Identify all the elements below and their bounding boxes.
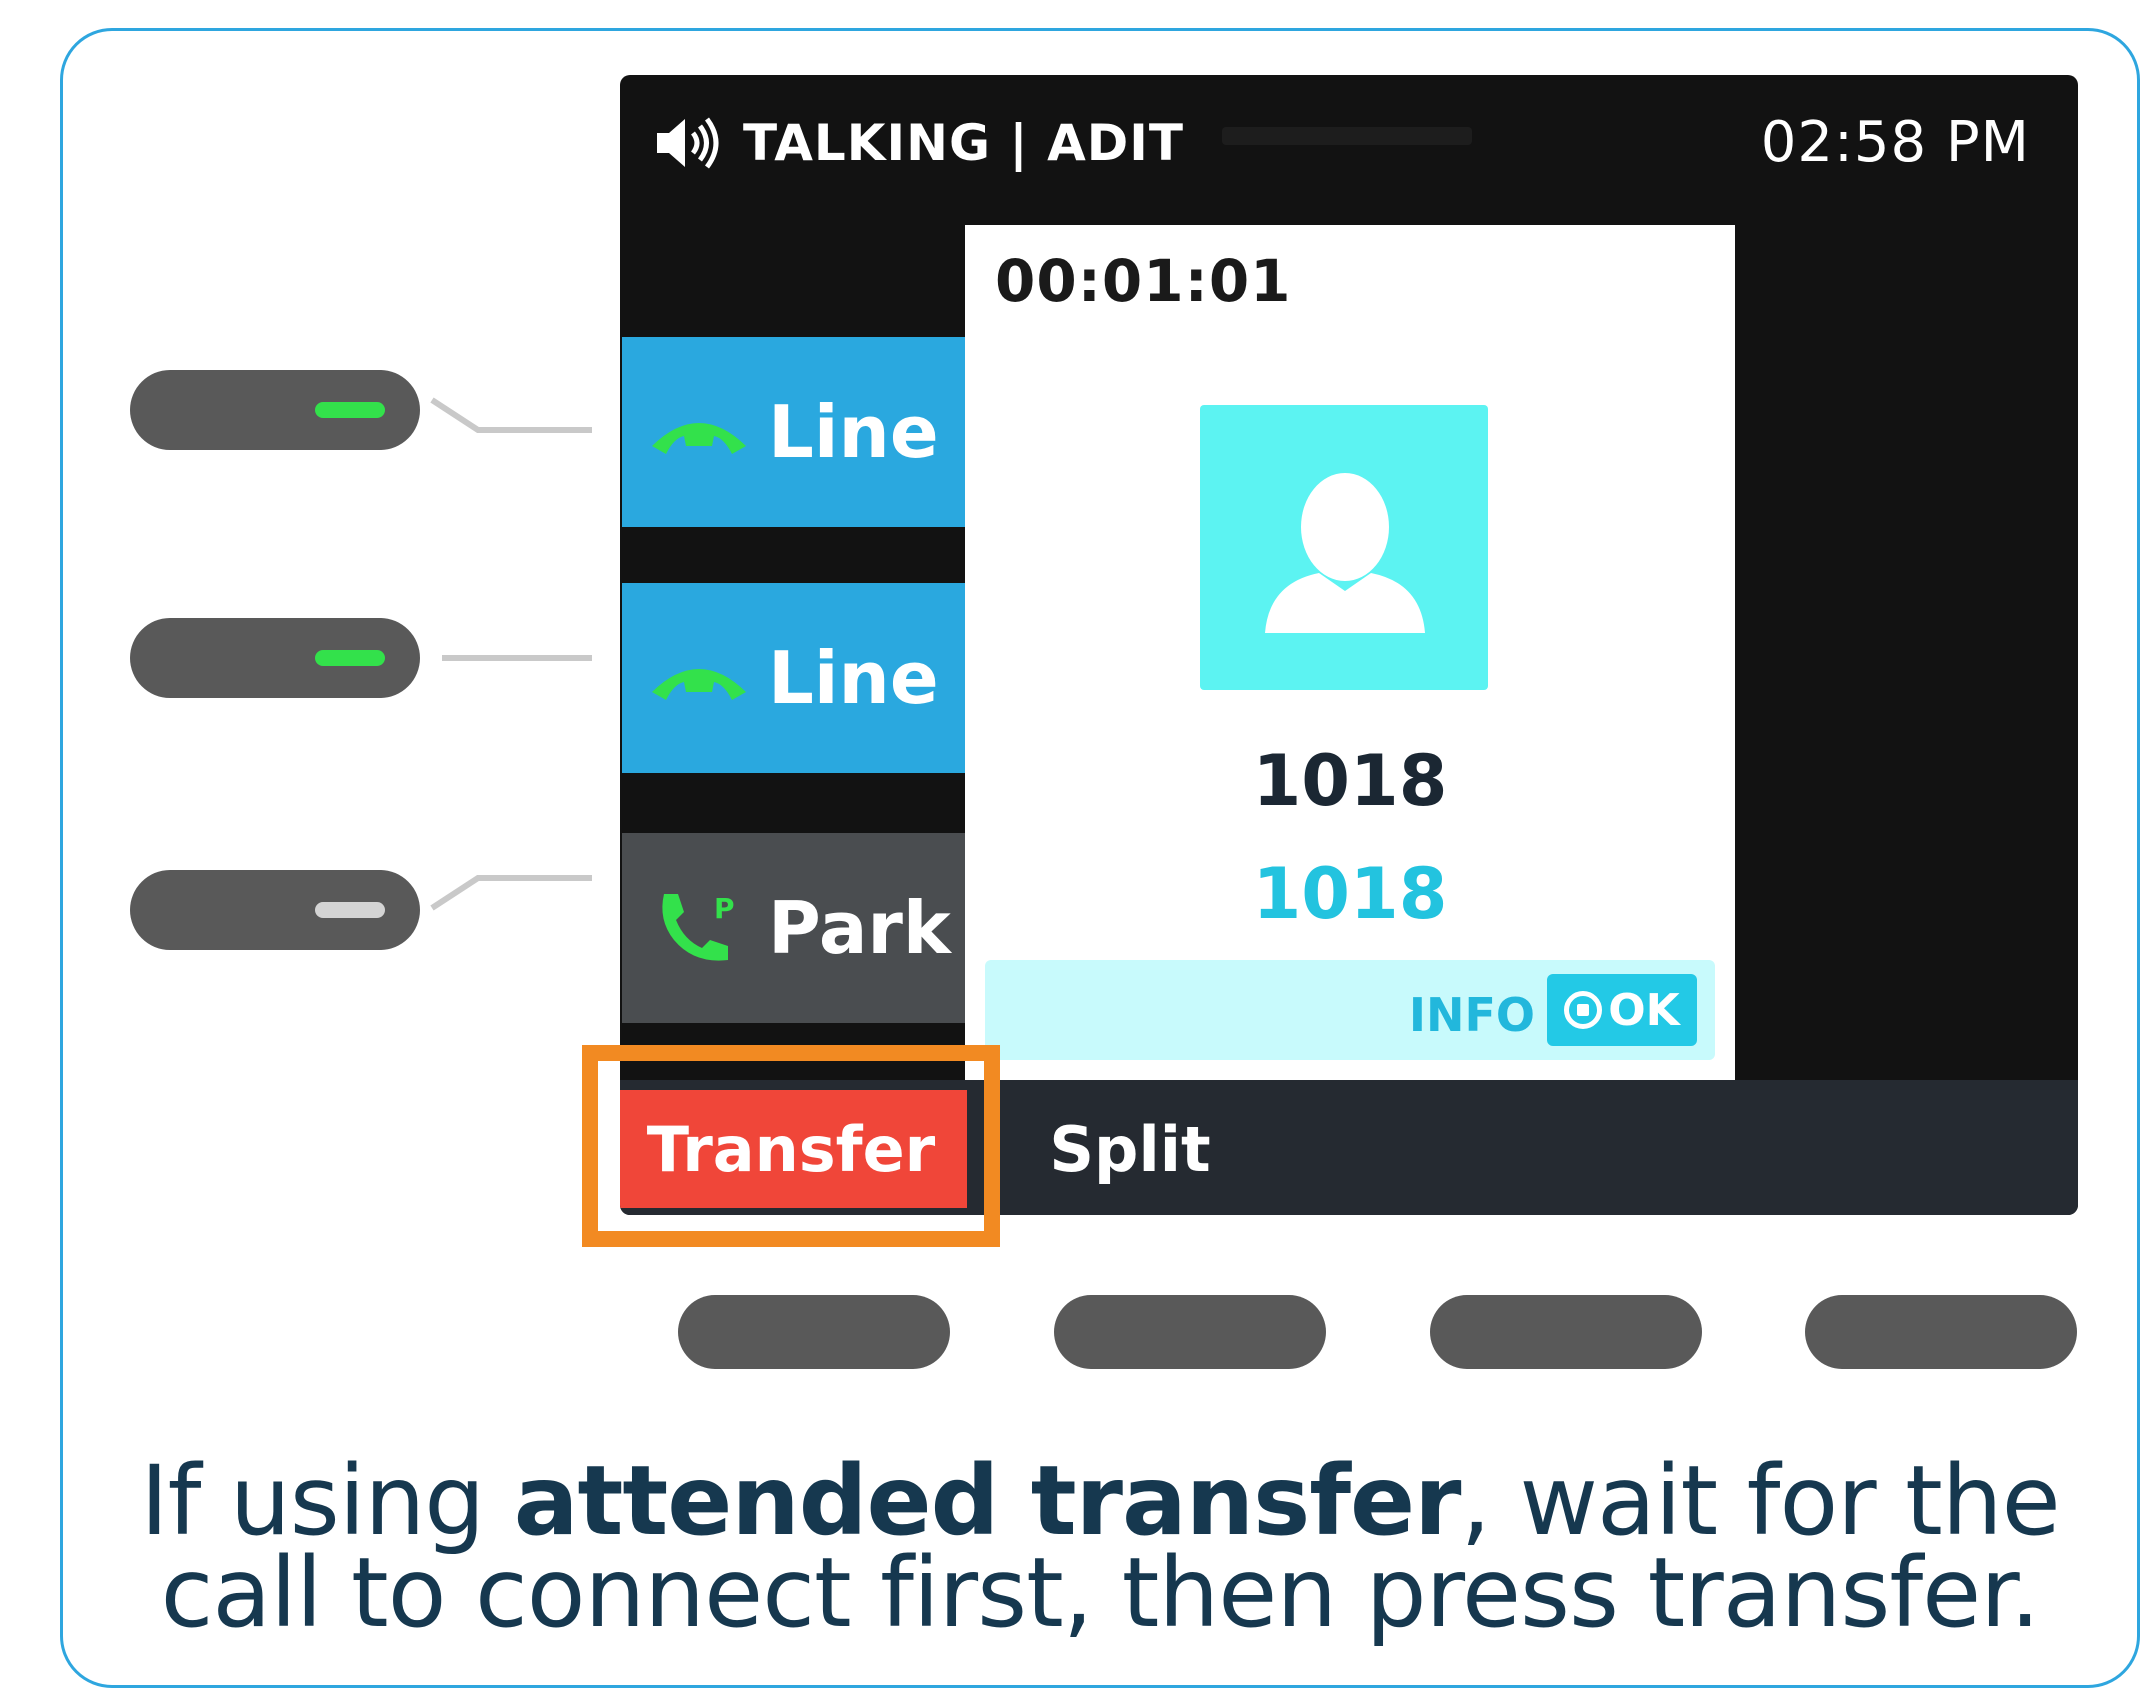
clock: 02:58 PM: [1760, 110, 2030, 175]
caption-line-2: call to connect first, then press transf…: [160, 1537, 2041, 1649]
line-key-button-2[interactable]: [130, 618, 420, 698]
softkey-button-1[interactable]: [678, 1295, 950, 1369]
caption-line-1: If using attended transfer, wait for the: [140, 1445, 2060, 1557]
person-icon: [1265, 473, 1425, 633]
svg-text:P: P: [714, 892, 735, 925]
instruction-caption: If using attended transfer, wait for the…: [60, 1445, 2140, 1649]
softkey-button-2[interactable]: [1054, 1295, 1326, 1369]
call-timer: 00:01:01: [995, 247, 1292, 315]
led-indicator: [315, 902, 385, 918]
call-status-title: TALKING | ADIT: [743, 114, 1185, 172]
line-key-button-1[interactable]: [130, 370, 420, 450]
line-key-button-3[interactable]: [130, 870, 420, 950]
led-indicator: [315, 650, 385, 666]
call-info-popup: 00:01:01 1018 1018 INFO OK: [965, 225, 1735, 1085]
status-bar: TALKING | ADIT 02:58 PM: [620, 75, 2078, 215]
line-key-label: Line: [768, 636, 939, 720]
handset-icon: [652, 423, 746, 454]
park-key-label: Park: [768, 886, 951, 970]
line-key-2[interactable]: Line: [622, 583, 992, 773]
park-key[interactable]: P Park: [622, 833, 992, 1023]
info-label: INFO: [1408, 988, 1535, 1042]
line-key-1[interactable]: Line: [622, 337, 992, 527]
handset-icon: [652, 669, 746, 700]
led-indicator: [315, 402, 385, 418]
ok-button[interactable]: OK: [1547, 974, 1697, 1046]
ok-label: OK: [1608, 984, 1680, 1036]
softkey-button-3[interactable]: [1430, 1295, 1702, 1369]
ok-key-icon: [1564, 991, 1603, 1029]
connector-line-3: [430, 875, 592, 911]
status-bar-placeholder: [1222, 127, 1472, 145]
softkey-button-4[interactable]: [1805, 1295, 2077, 1369]
speaker-icon: [657, 117, 719, 169]
split-softkey[interactable]: Split: [1020, 1090, 1240, 1208]
park-call-icon: P: [662, 892, 735, 961]
transfer-highlight-frame: [582, 1045, 1000, 1247]
contact-avatar: [1200, 405, 1488, 690]
caller-name: 1018: [1252, 740, 1448, 822]
line-key-label: Line: [768, 390, 939, 474]
connector-line-1: [430, 397, 592, 433]
phone-screen: TALKING | ADIT 02:58 PM Line Line P Park…: [620, 75, 2078, 1215]
info-strip: INFO OK: [985, 960, 1715, 1060]
caller-number: 1018: [1252, 853, 1448, 935]
